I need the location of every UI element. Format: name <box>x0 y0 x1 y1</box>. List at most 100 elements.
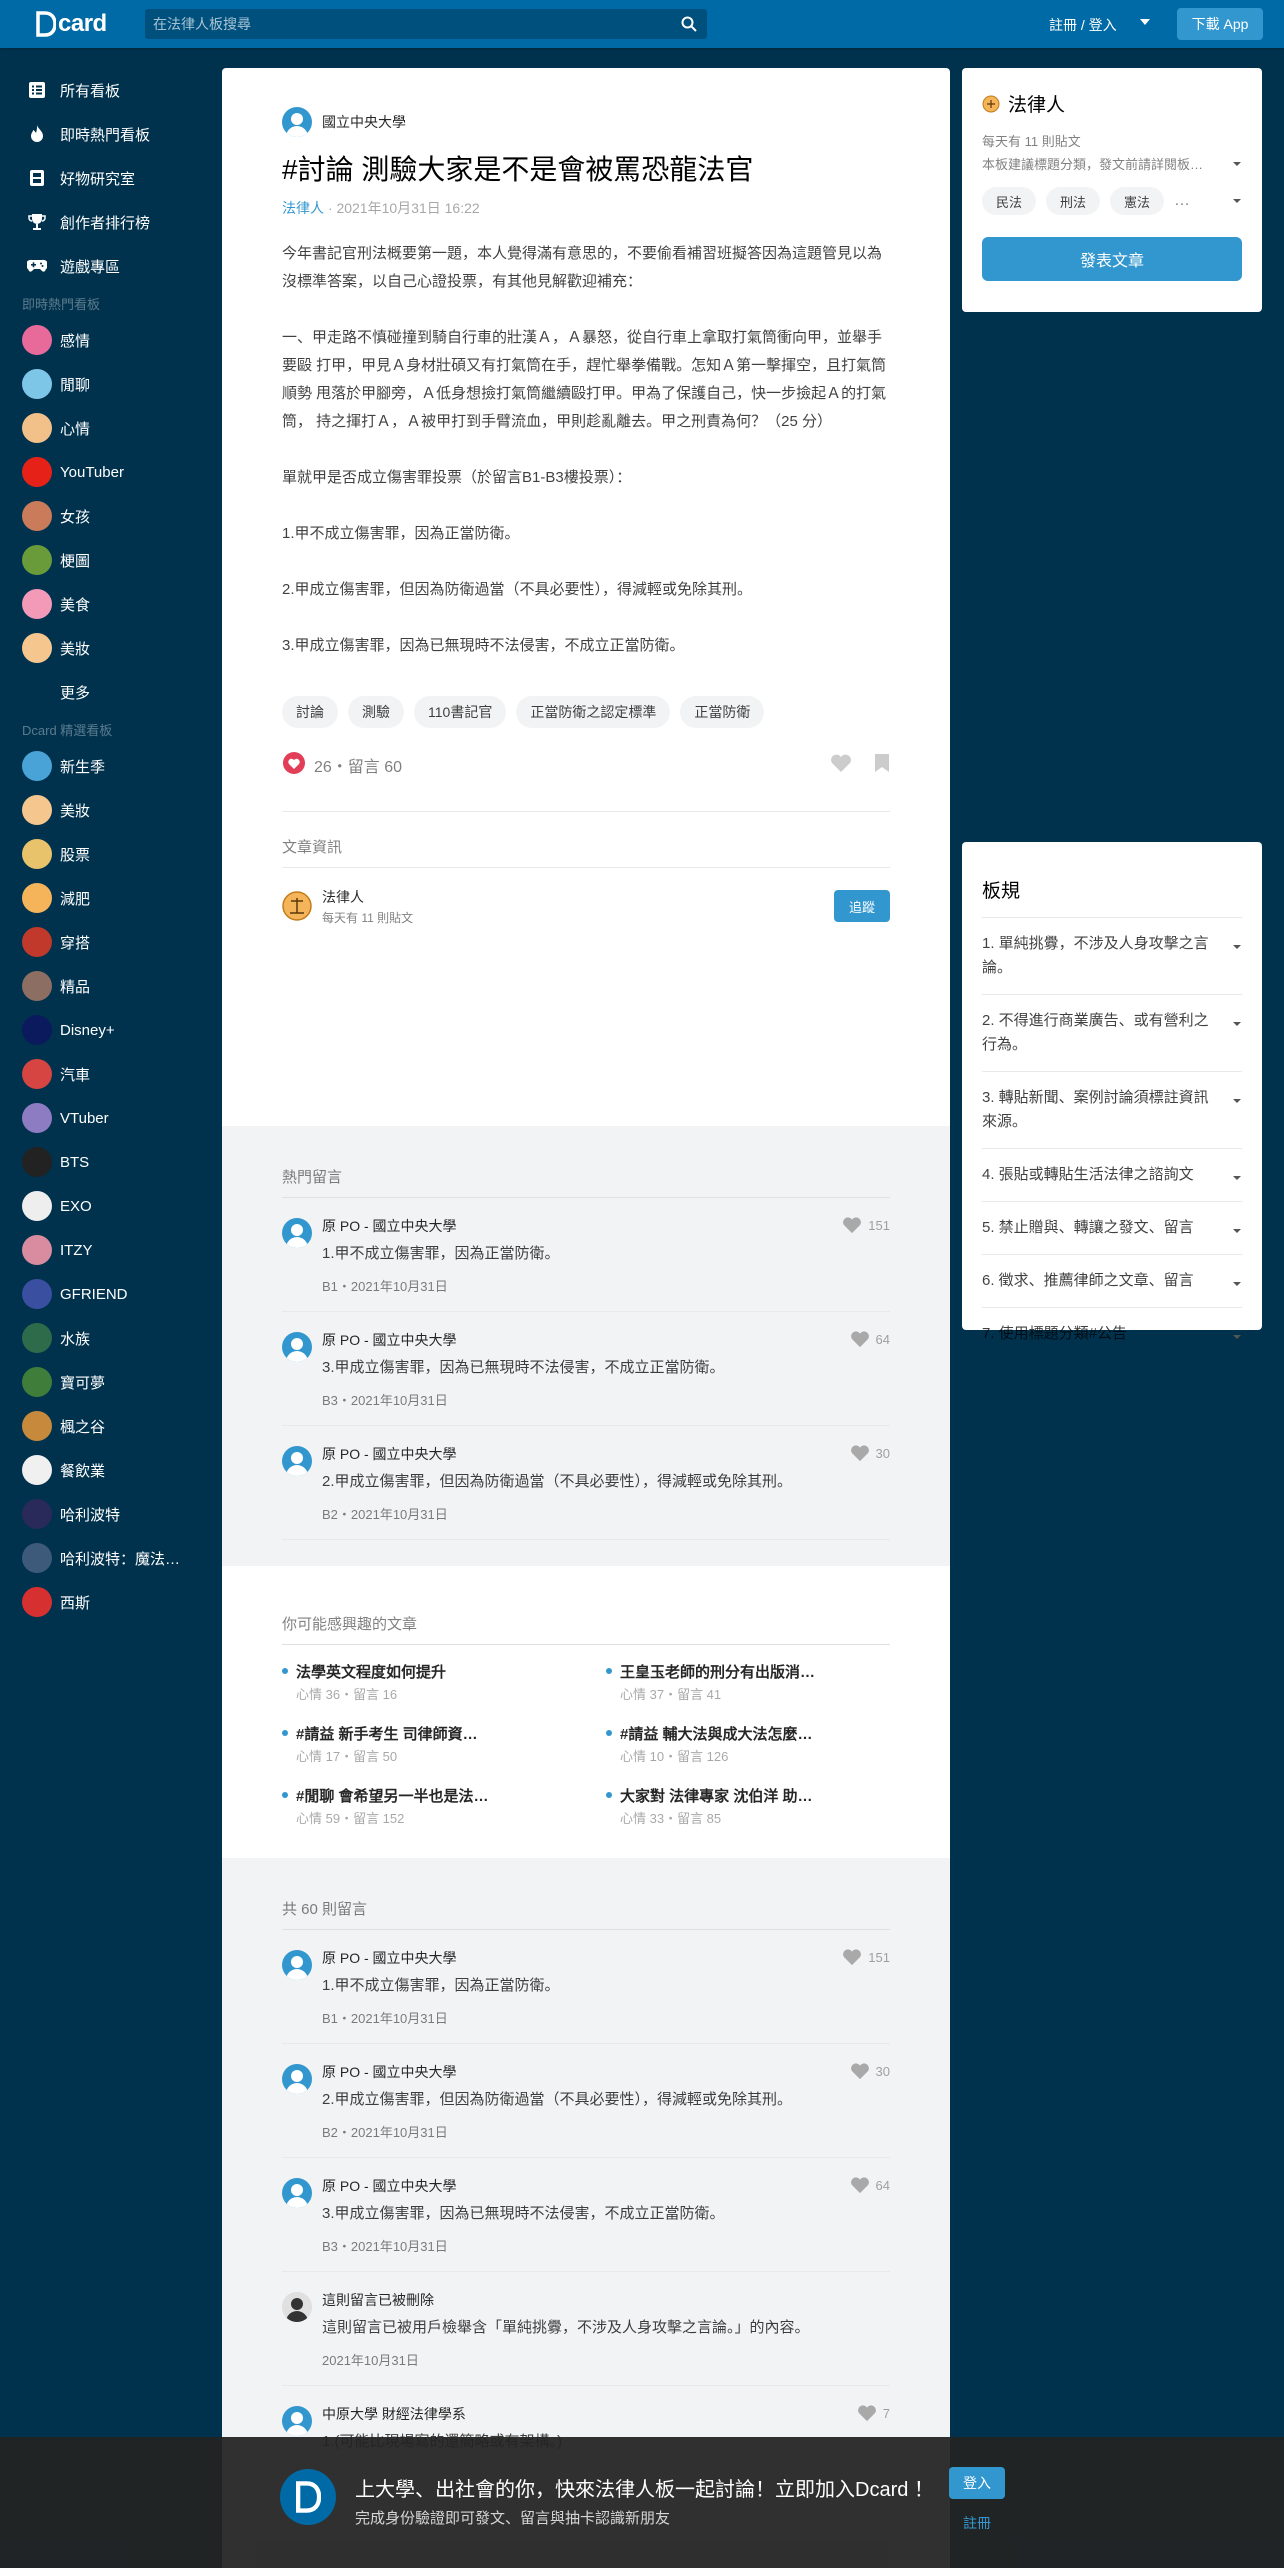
follow-button[interactable]: 追蹤 <box>834 890 890 922</box>
sidebar-forum-item[interactable]: 心情 <box>0 406 222 450</box>
comment-meta: B2・2021年10月31日 <box>322 1507 448 1522</box>
banner-register-link[interactable]: 註冊 <box>949 2513 1005 2533</box>
sidebar-forum-item[interactable]: YouTuber <box>0 450 222 494</box>
sidebar-forum-item[interactable]: 美妝 <box>0 626 222 670</box>
rule-item[interactable]: 7. 使用標題分類#公告 <box>982 1307 1242 1360</box>
sidebar-item-goods-lab[interactable]: 好物研究室 <box>0 156 222 200</box>
download-app-button[interactable]: 下載 App <box>1177 8 1263 40</box>
post-tag[interactable]: 正當防衛 <box>680 696 765 728</box>
forum-avatar <box>22 1015 52 1045</box>
sidebar-forum-item[interactable]: 美食 <box>0 582 222 626</box>
sidebar-forum-item[interactable]: 閒聊 <box>0 362 222 406</box>
sidebar-forum-item[interactable]: ITZY <box>0 1228 222 1272</box>
sidebar-forum-item[interactable]: 哈利波特 <box>0 1492 222 1536</box>
comment: 原 PO - 國立中央大學 2.甲成立傷害罪，但因為防衛過當（不具必要性），得減輕… <box>282 1426 890 1540</box>
search-bar <box>145 9 707 39</box>
sidebar-forum-item[interactable]: 美妝 <box>0 788 222 832</box>
rule-item[interactable]: 3. 轉貼新聞、案例討論須標註資訊來源。 <box>982 1071 1242 1148</box>
sidebar-forum-item[interactable]: 哈利波特：魔法… <box>0 1536 222 1580</box>
all-comments-title: 共 60 則留言 <box>282 1898 890 1930</box>
recommended-title: #請益 輔大法與成大法怎麼… <box>620 1726 813 1743</box>
reaction-button[interactable] <box>282 751 306 780</box>
forum-tag[interactable]: 憲法 <box>1110 187 1165 215</box>
sidebar-forum-item[interactable]: 精品 <box>0 964 222 1008</box>
heart-outline-icon <box>857 2405 876 2422</box>
forum-tag[interactable]: 刑法 <box>1046 187 1101 215</box>
forum-title[interactable]: 法律人 <box>982 90 1242 117</box>
rule-item[interactable]: 6. 徵求、推薦律師之文章、留言 <box>982 1254 1242 1307</box>
sidebar-more-link[interactable]: 更多 <box>0 670 222 714</box>
sidebar-forum-item[interactable]: 梗圖 <box>0 538 222 582</box>
comment-like-button[interactable]: 151 <box>842 1216 890 1234</box>
forum-icon <box>982 95 1000 112</box>
sidebar-forum-item[interactable]: 楓之谷 <box>0 1404 222 1448</box>
recommended-article[interactable]: 大家對 法律專家 沈伯洋 助… 心情 33・留言 85 <box>606 1785 890 1827</box>
comment-like-button[interactable]: 64 <box>850 2176 890 2194</box>
sidebar-item-hot-forums[interactable]: 即時熱門看板 <box>0 112 222 156</box>
info-forum-name[interactable]: 法律人 <box>322 887 413 907</box>
sidebar-forum-item[interactable]: 穿搭 <box>0 920 222 964</box>
sidebar-forum-item[interactable]: 汽車 <box>0 1052 222 1096</box>
banner-login-button[interactable]: 登入 <box>949 2467 1005 2499</box>
rule-item[interactable]: 5. 禁止贈與、轉讓之發文、留言 <box>982 1201 1242 1254</box>
sidebar-forum-item[interactable]: 女孩 <box>0 494 222 538</box>
sidebar-forum-item[interactable]: VTuber <box>0 1096 222 1140</box>
post-tag[interactable]: 測驗 <box>348 696 404 728</box>
sidebar-forum-item[interactable]: 西斯 <box>0 1580 222 1624</box>
sidebar-forum-item[interactable]: Disney+ <box>0 1008 222 1052</box>
sidebar-forum-item[interactable]: GFRIEND <box>0 1272 222 1316</box>
post-forum-link[interactable]: 法律人 <box>282 200 324 216</box>
comment-like-count: 64 <box>875 1331 890 1347</box>
sidebar-item-label: EXO <box>60 1197 92 1215</box>
comment-like-count: 151 <box>868 1217 890 1233</box>
post-stats: 26・留言 60 <box>314 759 403 776</box>
login-link[interactable]: 註冊 / 登入 <box>1049 15 1117 35</box>
sidebar-forum-item[interactable]: 新生季 <box>0 744 222 788</box>
comment-like-button[interactable]: 64 <box>850 1330 890 1348</box>
post-meta: 法律人 · 2021年10月31日 16:22 <box>282 200 480 216</box>
sidebar-forum-item[interactable]: 餐飲業 <box>0 1448 222 1492</box>
comment-like-button[interactable]: 30 <box>850 1444 890 1462</box>
rule-item[interactable]: 1. 單純挑釁，不涉及人身攻擊之言論。 <box>982 917 1242 994</box>
recommended-article[interactable]: #請益 輔大法與成大法怎麼… 心情 10・留言 126 <box>606 1723 890 1765</box>
forum-avatar <box>22 545 52 575</box>
avatar <box>282 1218 312 1248</box>
search-input[interactable] <box>145 9 671 39</box>
like-button[interactable] <box>830 753 852 778</box>
rule-item[interactable]: 2. 不得進行商業廣告、或有營利之行為。 <box>982 994 1242 1071</box>
recommended-article[interactable]: #請益 新手考生 司律師資… 心情 17・留言 50 <box>282 1723 566 1765</box>
sidebar-item-games[interactable]: 遊戲專區 <box>0 244 222 288</box>
forum-tag[interactable]: 民法 <box>982 187 1037 215</box>
comment-like-button[interactable]: 30 <box>850 2062 890 2080</box>
chevron-down-icon[interactable] <box>1232 196 1242 206</box>
comment-like-button[interactable]: 151 <box>842 1948 890 1966</box>
avatar <box>282 2406 312 2436</box>
sidebar-forum-item[interactable]: 減肥 <box>0 876 222 920</box>
sidebar-forum-item[interactable]: BTS <box>0 1140 222 1184</box>
post-tag[interactable]: 討論 <box>282 696 338 728</box>
forum-avatar <box>22 1279 52 1309</box>
rule-item[interactable]: 4. 張貼或轉貼生活法律之諮詢文 <box>982 1148 1242 1201</box>
dcard-logo[interactable]: card <box>36 10 107 38</box>
comment-meta: B1・2021年10月31日 <box>322 1279 448 1294</box>
forum-description[interactable]: 本板建議標題分類，發文前請詳閱板… <box>982 154 1242 173</box>
sidebar-item-all-forums[interactable]: 所有看板 <box>0 68 222 112</box>
recommended-article[interactable]: 法學英文程度如何提升 心情 36・留言 16 <box>282 1661 566 1703</box>
sidebar-forum-item[interactable]: 水族 <box>0 1316 222 1360</box>
menu-dropdown-button[interactable] <box>1138 15 1152 34</box>
post-paragraph: 1.甲不成立傷害罪，因為正當防衛。 <box>282 525 520 542</box>
sidebar-forum-item[interactable]: 股票 <box>0 832 222 876</box>
sidebar-item-creator-ranking[interactable]: 創作者排行榜 <box>0 200 222 244</box>
sidebar-forum-item[interactable]: 感情 <box>0 318 222 362</box>
comment-like-button[interactable]: 7 <box>857 2404 890 2422</box>
post-tag[interactable]: 正當防衛之認定標準 <box>516 696 671 728</box>
post-tag[interactable]: 110書記官 <box>414 696 507 728</box>
sidebar-forum-item[interactable]: EXO <box>0 1184 222 1228</box>
recommended-article[interactable]: #閒聊 會希望另一半也是法… 心情 59・留言 152 <box>282 1785 566 1827</box>
recommended-article[interactable]: 王皇玉老師的刑分有出版消… 心情 37・留言 41 <box>606 1661 890 1703</box>
search-button[interactable] <box>671 9 707 39</box>
bookmark-button[interactable] <box>874 753 890 778</box>
post-date: 2021年10月31日 16:22 <box>336 200 480 216</box>
sidebar-forum-item[interactable]: 寶可夢 <box>0 1360 222 1404</box>
new-post-button[interactable]: 發表文章 <box>982 237 1242 281</box>
